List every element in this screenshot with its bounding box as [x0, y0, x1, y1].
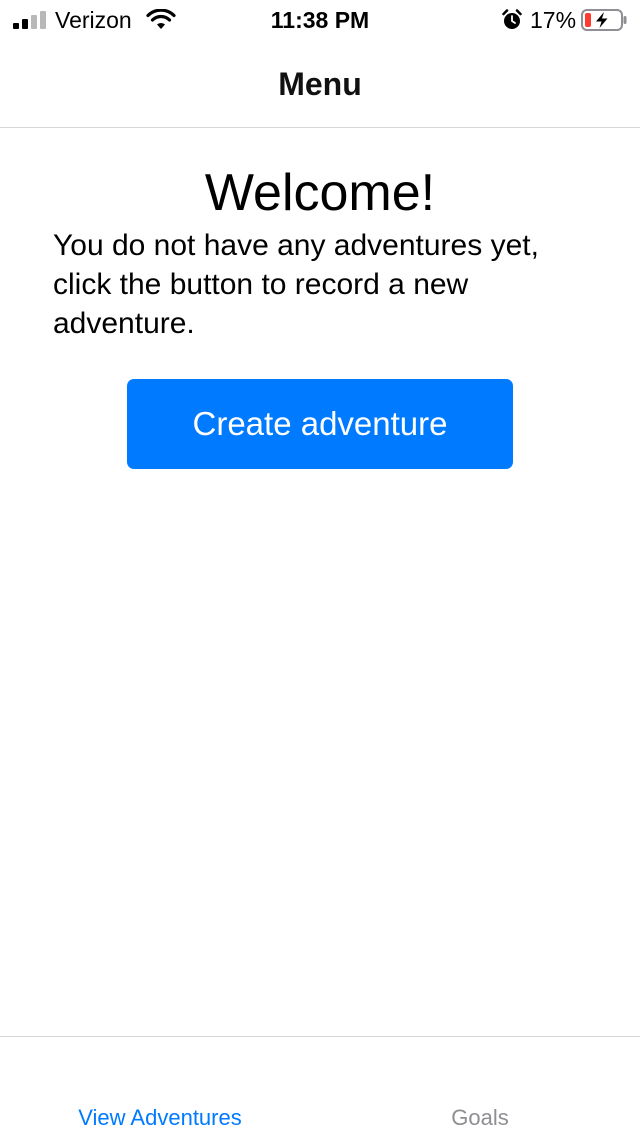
create-adventure-button[interactable]: Create adventure: [127, 379, 513, 469]
battery-charging-icon: [581, 9, 627, 31]
tab-goals[interactable]: Goals: [320, 1103, 640, 1133]
status-bar: Verizon 11:38 PM 17%: [0, 0, 640, 40]
welcome-heading: Welcome!: [204, 164, 436, 222]
tab-bar: View Adventures Goals: [0, 1036, 640, 1136]
alarm-icon: [502, 9, 522, 29]
battery-percentage: 17%: [530, 7, 577, 33]
app-screen: Verizon 11:38 PM 17% Menu Welcome! You d…: [0, 0, 640, 1136]
tab-view-adventures[interactable]: View Adventures: [0, 1103, 320, 1133]
empty-state-message: You do not have any adventures yet, clic…: [53, 229, 539, 340]
page-title: Menu: [278, 66, 362, 102]
navigation-bar: Menu: [0, 40, 640, 128]
